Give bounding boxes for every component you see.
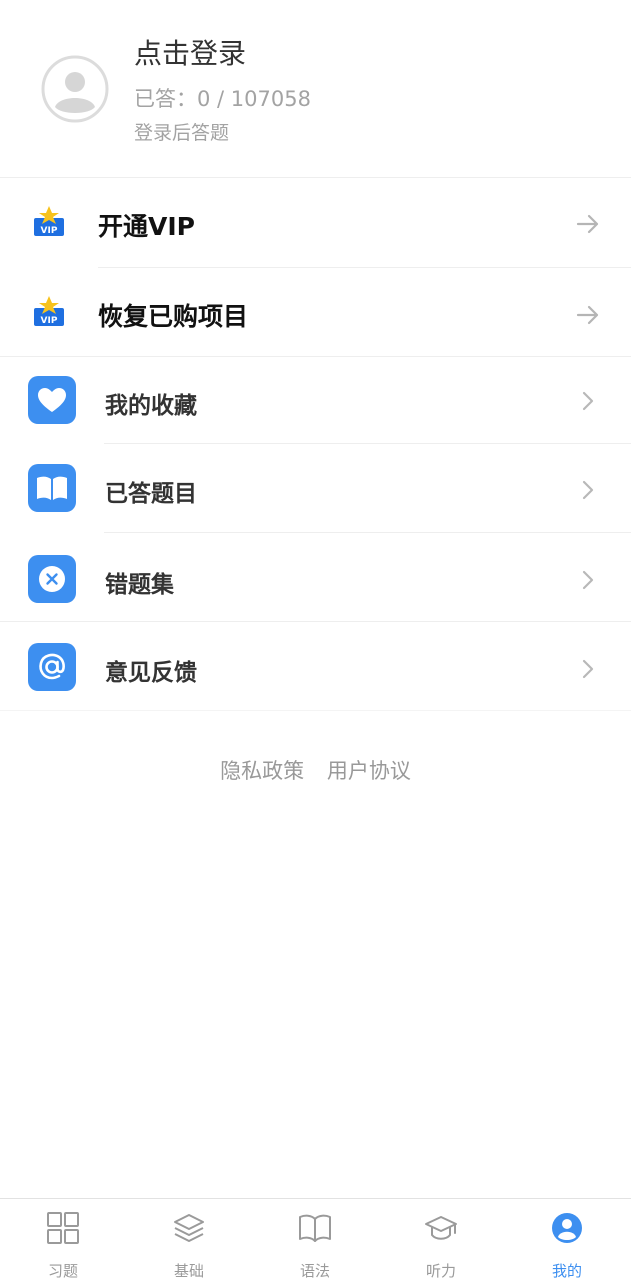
chevron-right-icon bbox=[582, 659, 594, 679]
heart-icon bbox=[28, 376, 76, 424]
grid-icon bbox=[47, 1212, 79, 1244]
layers-icon bbox=[174, 1214, 204, 1242]
bottom-tab-bar: 习题 基础 语法 听力 我的 bbox=[0, 1198, 631, 1280]
divider bbox=[0, 710, 631, 711]
at-icon bbox=[28, 643, 76, 691]
graduation-cap-icon bbox=[425, 1216, 457, 1240]
svg-text:VIP: VIP bbox=[41, 316, 58, 326]
chevron-right-icon bbox=[582, 570, 594, 590]
menu-item-label: 错题集 bbox=[105, 572, 174, 598]
arrow-right-icon bbox=[576, 305, 599, 325]
open-vip-row[interactable]: VIP 开通VIP bbox=[0, 178, 631, 268]
tab-label: 语法 bbox=[299, 1262, 330, 1280]
arrow-right-icon bbox=[576, 214, 599, 234]
login-title[interactable]: 点击登录 bbox=[134, 32, 246, 72]
svg-text:VIP: VIP bbox=[41, 226, 58, 236]
open-vip-label: 开通VIP bbox=[98, 212, 195, 241]
menu-item-label: 已答题目 bbox=[105, 481, 197, 507]
menu-item-answered[interactable]: 已答题目 bbox=[0, 444, 631, 532]
tab-exercises[interactable]: 习题 bbox=[0, 1199, 126, 1281]
vip-icon: VIP bbox=[34, 296, 64, 326]
close-circle-icon bbox=[28, 555, 76, 603]
tab-label: 我的 bbox=[551, 1262, 582, 1280]
tab-grammar[interactable]: 语法 bbox=[252, 1199, 378, 1281]
privacy-policy-link[interactable]: 隐私政策 bbox=[220, 759, 304, 783]
tab-mine[interactable]: 我的 bbox=[504, 1199, 630, 1281]
profile-header[interactable]: 点击登录 已答：0 / 107058 登录后答题 bbox=[0, 0, 631, 178]
user-agreement-link[interactable]: 用户协议 bbox=[327, 759, 411, 783]
tab-label: 基础 bbox=[173, 1262, 204, 1280]
restore-purchase-label: 恢复已购项目 bbox=[98, 302, 249, 331]
avatar-icon[interactable] bbox=[41, 55, 109, 123]
menu-item-label: 意见反馈 bbox=[105, 660, 197, 686]
footer-links: 隐私政策 用户协议 bbox=[0, 755, 631, 785]
tab-label: 听力 bbox=[425, 1262, 456, 1280]
chevron-right-icon bbox=[582, 480, 594, 500]
chevron-right-icon bbox=[582, 391, 594, 411]
book-open-icon bbox=[299, 1214, 331, 1242]
menu-item-mistakes[interactable]: 错题集 bbox=[0, 533, 631, 621]
menu-item-feedback[interactable]: 意见反馈 bbox=[0, 622, 631, 710]
user-circle-icon bbox=[552, 1213, 582, 1243]
answered-count: 已答：0 / 107058 bbox=[134, 87, 311, 111]
login-hint: 登录后答题 bbox=[134, 122, 230, 144]
book-icon bbox=[28, 464, 76, 512]
vip-icon: VIP bbox=[34, 206, 64, 236]
menu-item-favorites[interactable]: 我的收藏 bbox=[0, 357, 631, 445]
tab-listening[interactable]: 听力 bbox=[378, 1199, 504, 1281]
menu-item-label: 我的收藏 bbox=[105, 393, 197, 419]
tab-label: 习题 bbox=[47, 1262, 78, 1280]
restore-purchase-row[interactable]: VIP 恢复已购项目 bbox=[0, 268, 631, 358]
tab-basics[interactable]: 基础 bbox=[126, 1199, 252, 1281]
